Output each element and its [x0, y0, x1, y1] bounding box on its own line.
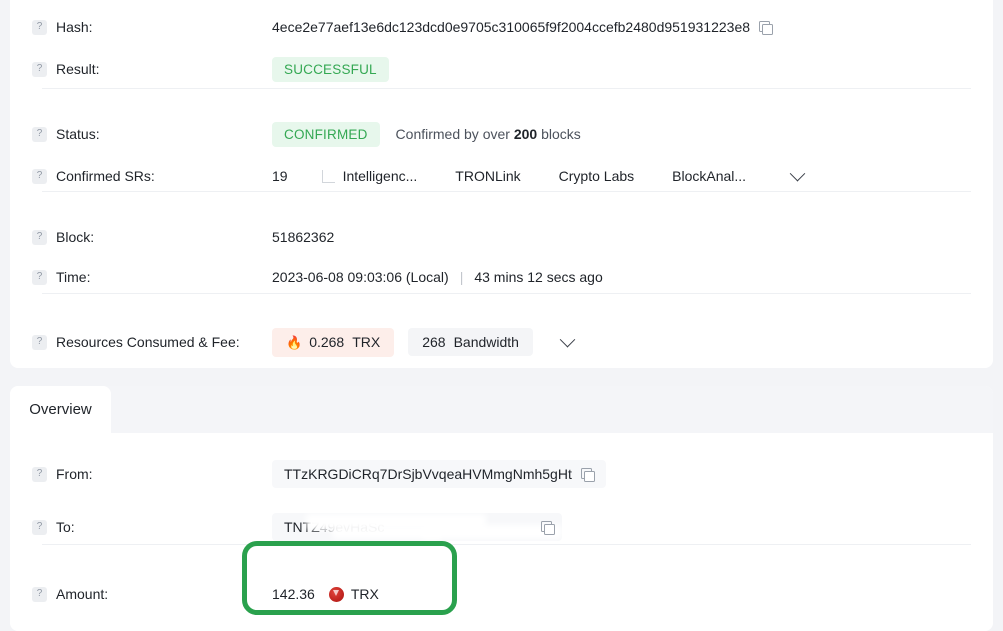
- bandwidth-unit: Bandwidth: [453, 334, 519, 350]
- result-value-group: SUCCESSFUL: [272, 56, 389, 82]
- row-block: ? Block: 51862362: [10, 216, 993, 258]
- amount-value-group: 142.36 TRX: [272, 586, 379, 602]
- confirmation-note-suffix: blocks: [537, 126, 581, 142]
- from-label-group: ? From:: [32, 466, 272, 482]
- row-resources: ? Resources Consumed & Fee: 🔥 0.268 TRX 26…: [10, 321, 993, 363]
- copy-icon[interactable]: [541, 521, 556, 536]
- sr-item[interactable]: BlockAnal...: [672, 168, 746, 184]
- chevron-down-icon-resources[interactable]: [555, 329, 581, 355]
- overview-card: Overview ? From: TTzKRGDiCRq7DrSjbVvqeaH…: [10, 386, 993, 631]
- amount-label-group: ? Amount:: [32, 586, 272, 602]
- hash-value: 4ece2e77aef13e6dc123dcd0e9705c310065f9f2…: [272, 19, 751, 35]
- tab-bar: Overview: [10, 386, 993, 433]
- from-address-pill[interactable]: TTzKRGDiCRq7DrSjbVvqeaHVMmgNmh5gHt: [272, 460, 606, 488]
- confirmation-block-count: 200: [513, 126, 538, 142]
- amount-token-symbol: TRX: [350, 586, 379, 602]
- bandwidth-amount: 268: [422, 334, 446, 350]
- confirmed-srs-count: 19: [272, 168, 288, 184]
- help-icon[interactable]: ?: [32, 586, 47, 602]
- time-label: Time:: [56, 269, 91, 285]
- row-time: ? Time: 2023-06-08 09:03:06 (Local) | 43…: [10, 256, 993, 298]
- divider: [42, 293, 971, 294]
- divider: [42, 88, 971, 89]
- trx-token-icon: [328, 586, 344, 602]
- fee-badge: 🔥 0.268 TRX: [272, 327, 395, 357]
- status-badge-confirmed: CONFIRMED: [272, 121, 380, 147]
- row-status: ? Status: CONFIRMED Confirmed by over 20…: [10, 113, 993, 155]
- bandwidth-badge: 268 Bandwidth: [408, 328, 533, 356]
- broken-image-icon: [321, 170, 335, 183]
- sr-item[interactable]: Intelligenc...: [321, 168, 418, 184]
- help-icon[interactable]: ?: [32, 229, 47, 245]
- help-icon[interactable]: ?: [32, 269, 47, 285]
- from-address: TTzKRGDiCRq7DrSjbVvqeaHVMmgNmh5gHt: [284, 466, 572, 482]
- confirmed-srs-label-group: ? Confirmed SRs:: [32, 168, 272, 184]
- amount-label: Amount:: [56, 586, 109, 602]
- row-to: ? To: TNTZ49evHaSc: [10, 506, 993, 548]
- chevron-down-glyph: [789, 165, 805, 181]
- result-label-group: ? Result:: [32, 61, 272, 77]
- help-icon[interactable]: ?: [32, 519, 47, 535]
- transaction-detail-card: ? Hash: 4ece2e77aef13e6dc123dcd0e9705c31…: [10, 0, 993, 368]
- help-icon[interactable]: ?: [32, 334, 47, 350]
- status-badge-result: SUCCESSFUL: [272, 56, 389, 82]
- block-label-group: ? Block:: [32, 229, 272, 245]
- from-label: From:: [56, 466, 93, 482]
- sr-item[interactable]: Crypto Labs: [559, 168, 634, 184]
- sr-item[interactable]: TRONLink: [455, 168, 520, 184]
- hash-label-group: ? Hash:: [32, 19, 272, 35]
- time-label-group: ? Time:: [32, 269, 272, 285]
- confirmation-note: Confirmed by over 200 blocks: [396, 126, 581, 142]
- fire-icon: 🔥: [286, 334, 303, 350]
- help-icon[interactable]: ?: [32, 126, 47, 142]
- hash-value-group: 4ece2e77aef13e6dc123dcd0e9705c310065f9f2…: [272, 19, 774, 35]
- status-label-group: ? Status:: [32, 126, 272, 142]
- to-value-group: TNTZ49evHaSc: [272, 513, 562, 541]
- fee-unit: TRX: [352, 333, 381, 350]
- time-relative: 43 mins 12 secs ago: [474, 269, 603, 285]
- to-label-group: ? To:: [32, 519, 272, 535]
- help-icon[interactable]: ?: [32, 61, 47, 77]
- to-address-pill[interactable]: TNTZ49evHaSc: [272, 513, 562, 541]
- hash-label: Hash:: [56, 19, 93, 35]
- from-value-group: TTzKRGDiCRq7DrSjbVvqeaHVMmgNmh5gHt: [272, 460, 606, 488]
- copy-icon[interactable]: [580, 467, 596, 482]
- block-label: Block:: [56, 229, 95, 245]
- confirmation-note-prefix: Confirmed by over: [395, 126, 514, 142]
- row-result: ? Result: SUCCESSFUL: [10, 48, 993, 90]
- redaction-overlay: [332, 527, 442, 539]
- resources-label-group: ? Resources Consumed & Fee:: [32, 334, 272, 350]
- time-absolute: 2023-06-08 09:03:06 (Local): [272, 269, 449, 285]
- fee-amount: 0.268: [309, 333, 345, 350]
- tab-overview[interactable]: Overview: [10, 386, 111, 433]
- row-amount: ? Amount: 142.36 TRX: [10, 573, 993, 615]
- row-from: ? From: TTzKRGDiCRq7DrSjbVvqeaHVMmgNmh5g…: [10, 453, 993, 495]
- resources-label: Resources Consumed & Fee:: [56, 334, 240, 350]
- status-value-group: CONFIRMED Confirmed by over 200 blocks: [272, 121, 581, 147]
- divider: [42, 544, 971, 545]
- chevron-down-glyph: [560, 331, 576, 347]
- help-icon[interactable]: ?: [32, 19, 47, 35]
- result-label: Result:: [56, 61, 100, 77]
- copy-icon[interactable]: [759, 20, 774, 35]
- divider: [42, 191, 971, 192]
- block-value[interactable]: 51862362: [272, 229, 334, 245]
- chevron-down-icon-srs[interactable]: [784, 163, 810, 189]
- confirmed-srs-label: Confirmed SRs:: [56, 168, 155, 184]
- status-label: Status:: [56, 126, 100, 142]
- time-value-group: 2023-06-08 09:03:06 (Local) | 43 mins 12…: [272, 269, 603, 285]
- help-icon[interactable]: ?: [32, 466, 47, 482]
- row-hash: ? Hash: 4ece2e77aef13e6dc123dcd0e9705c31…: [10, 6, 993, 48]
- confirmed-srs-value-group: 19 Intelligenc... TRONLink Crypto Labs B…: [272, 163, 810, 189]
- help-icon[interactable]: ?: [32, 168, 47, 184]
- resources-value-group: 🔥 0.268 TRX 268 Bandwidth: [272, 327, 581, 357]
- time-separator: |: [459, 269, 464, 285]
- amount-value: 142.36: [272, 586, 315, 602]
- to-label: To:: [56, 519, 75, 535]
- sr-item-label: Intelligenc...: [342, 168, 418, 184]
- block-value-group: 51862362: [272, 229, 334, 245]
